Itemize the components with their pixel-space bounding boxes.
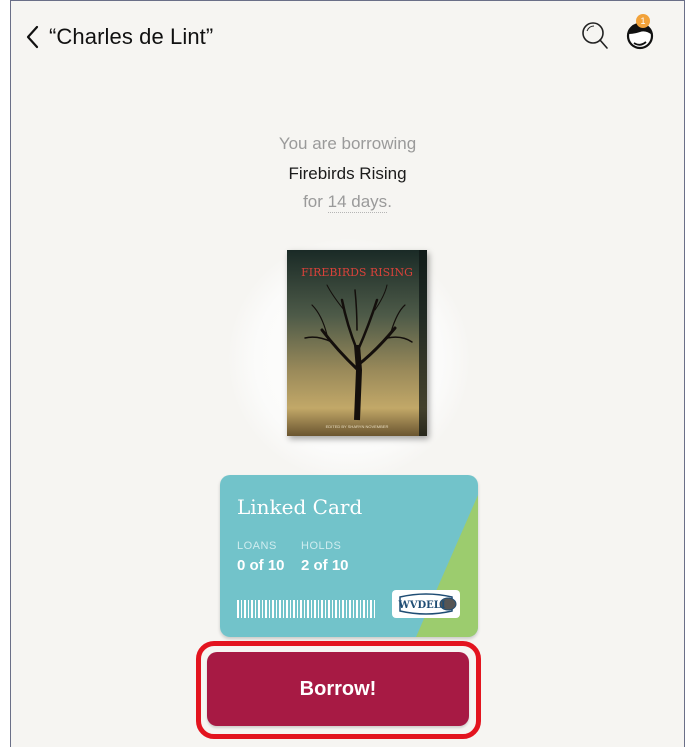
back-button[interactable] [25, 25, 39, 49]
library-logo: WVDELI [392, 590, 460, 618]
cover-editor: EDITED BY SHARYN NOVEMBER [326, 424, 389, 429]
book-title: Firebirds Rising [288, 164, 407, 183]
loans-value: 0 of 10 [237, 557, 285, 574]
app-frame: “Charles de Lint” 1 You are borrowing Fi… [10, 0, 685, 747]
barcode-icon [237, 600, 375, 618]
book-cover: FIREBIRDS RISING EDITED BY SHARYN NOVEMB… [287, 250, 427, 436]
library-logo-icon: WVDELI [398, 593, 457, 615]
loan-period: for 14 days. [11, 192, 684, 213]
page-title: “Charles de Lint” [49, 24, 214, 49]
for-label: for [303, 192, 323, 211]
holds-label: HOLDS [301, 540, 342, 552]
period-mark: . [387, 192, 392, 211]
cover-title: FIREBIRDS RISING [301, 266, 413, 279]
search-button[interactable] [581, 21, 609, 56]
holds-value: 2 of 10 [301, 557, 349, 574]
linked-card[interactable]: Linked Card LOANS 0 of 10 HOLDS 2 of 10 [220, 475, 478, 637]
search-icon [582, 22, 608, 49]
loan-duration-link[interactable]: 14 days [327, 192, 388, 213]
loans-label: LOANS [237, 540, 277, 552]
borrow-button[interactable]: Borrow! [207, 652, 469, 726]
borrowing-label: You are borrowing [278, 134, 417, 153]
chevron-left-icon [26, 25, 39, 49]
card-name: Linked Card [237, 495, 363, 519]
notification-badge: 1 [636, 14, 650, 28]
library-logo-text: WVDELI [398, 600, 446, 611]
